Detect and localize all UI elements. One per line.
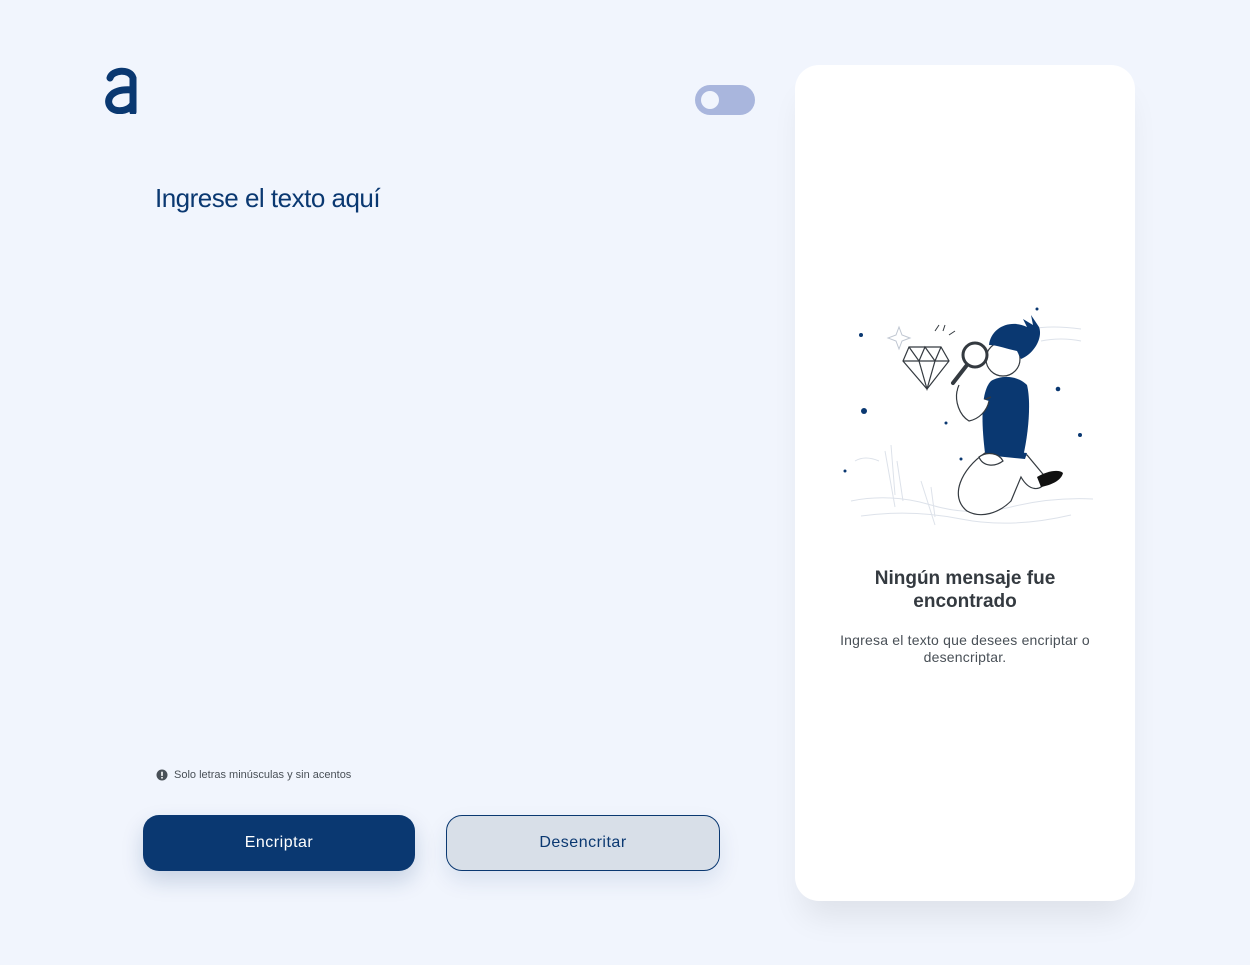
hint-text: Solo letras minúsculas y sin acentos	[174, 769, 352, 781]
person-with-magnifying-glass-illustration	[831, 301, 1101, 541]
encrypt-button[interactable]: Encriptar	[143, 815, 415, 871]
app-page: Solo letras minúsculas y sin acentos Enc…	[0, 0, 1250, 965]
exclamation-circle-icon	[156, 769, 168, 781]
theme-toggle[interactable]	[695, 85, 755, 115]
input-hint: Solo letras minúsculas y sin acentos	[156, 769, 351, 781]
text-input[interactable]	[155, 180, 715, 740]
decrypt-button[interactable]: Desencritar	[446, 815, 720, 871]
output-panel: Ningún mensaje fue encontrado Ingresa el…	[795, 65, 1135, 901]
alura-logo-icon[interactable]	[104, 66, 138, 116]
empty-state-subtitle: Ingresa el texto que desees encriptar o …	[840, 632, 1090, 665]
empty-state-title: Ningún mensaje fue encontrado	[874, 568, 1056, 612]
toggle-knob-icon	[701, 91, 719, 109]
